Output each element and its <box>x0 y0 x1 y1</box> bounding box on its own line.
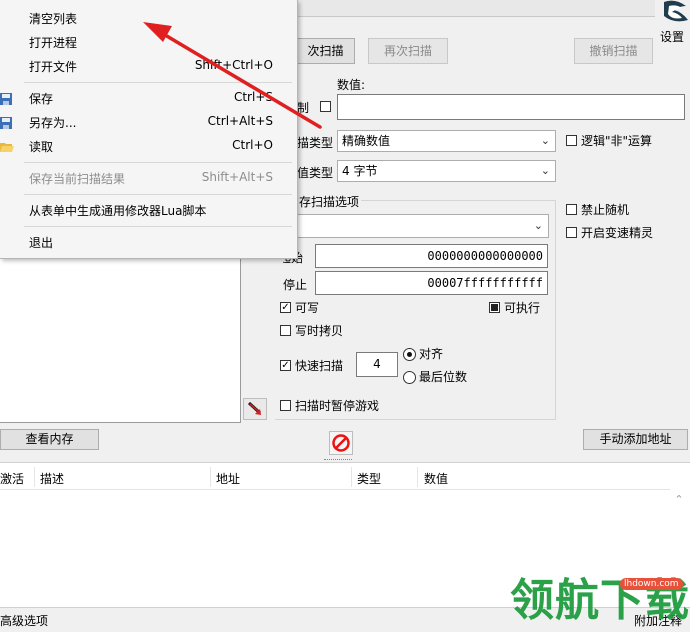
copy-to-list-arrow-icon[interactable] <box>243 398 267 420</box>
hex-label: 制 <box>297 101 310 115</box>
scan-type-label: 描类型 <box>297 136 334 150</box>
menu-item-save-as[interactable]: 另存为... Ctrl+Alt+S <box>0 111 297 133</box>
view-memory-button[interactable]: 查看内存 <box>0 429 99 450</box>
column-header-value[interactable]: 数值 <box>424 470 448 487</box>
menu-item-clear-list[interactable]: 清空列表 <box>0 7 297 29</box>
disable-random-checkbox[interactable] <box>566 204 577 215</box>
menu-item-label: 读取 <box>29 140 54 154</box>
speedhack-checkbox[interactable] <box>566 227 577 238</box>
menu-item-label: 另存为... <box>29 116 77 130</box>
scrollbar-up-icon[interactable]: ⌃ <box>672 493 686 507</box>
menu-separator <box>24 82 292 83</box>
last-digits-label: 最后位数 <box>419 370 468 384</box>
menu-item-shortcut: Ctrl+S <box>233 90 273 104</box>
menu-item-label: 保存当前扫描结果 <box>29 172 126 186</box>
disable-random-label: 禁止随机 <box>581 203 630 217</box>
fast-scan-input[interactable]: 4 <box>356 352 398 377</box>
menu-item-label: 清空列表 <box>29 12 78 26</box>
column-header-description[interactable]: 描述 <box>40 470 64 487</box>
scan-type-value: 精确数值 <box>342 134 391 148</box>
add-address-manually-button[interactable]: 手动添加地址 <box>583 429 688 450</box>
chevron-down-icon: ⌄ <box>533 219 543 232</box>
process-title-bar <box>297 0 655 17</box>
column-divider <box>351 467 352 487</box>
logic-not-label: 逻辑"非"运算 <box>581 134 653 148</box>
last-digits-radio[interactable] <box>403 371 416 384</box>
next-scan-button[interactable]: 再次扫描 <box>368 38 448 64</box>
speedhack-label: 开启变速精灵 <box>581 226 654 240</box>
value-type-select[interactable]: 4 字节 ⌄ <box>337 160 556 182</box>
undo-scan-button[interactable]: 撤销扫描 <box>574 38 653 64</box>
menu-separator <box>24 226 292 227</box>
stop-sign-icon[interactable] <box>329 431 353 455</box>
settings-logo-icon[interactable] <box>660 0 690 24</box>
column-divider <box>417 467 418 487</box>
first-scan-button[interactable]: 次扫描 <box>297 38 355 64</box>
settings-label[interactable]: 设置 <box>660 28 684 45</box>
copy-on-write-checkbox[interactable] <box>280 325 291 336</box>
pause-game-label: 扫描时暂停游戏 <box>295 399 380 413</box>
menu-item-save[interactable]: 保存 Ctrl+S <box>0 87 297 109</box>
hex-checkbox[interactable] <box>320 101 331 112</box>
memory-scan-options-label: 存扫描选项 <box>297 193 362 210</box>
column-header-active[interactable]: 激活 <box>0 470 24 487</box>
memory-region-select[interactable]: l ⌄ <box>278 214 549 238</box>
value-input[interactable] <box>337 94 685 120</box>
column-header-type[interactable]: 类型 <box>357 470 381 487</box>
address-table-header <box>0 463 670 490</box>
pause-game-checkbox[interactable] <box>280 400 291 411</box>
menu-separator <box>24 194 292 195</box>
writable-label: 可写 <box>295 301 320 315</box>
menu-item-label: 保存 <box>29 92 54 106</box>
value-type-label: 值类型 <box>297 166 334 180</box>
writable-checkbox[interactable]: ✓ <box>280 302 291 313</box>
menu-item-shortcut: Ctrl+Alt+S <box>207 114 273 128</box>
executable-checkbox[interactable] <box>489 302 500 313</box>
fast-scan-label: 快速扫描 <box>295 359 344 373</box>
menu-item-label: 从表单中生成通用修改器Lua脚本 <box>29 204 207 218</box>
value-type-value: 4 字节 <box>342 164 378 178</box>
menu-item-load[interactable]: 读取 Ctrl+O <box>0 135 297 157</box>
watermark-site-badge: lhdown.com <box>620 578 683 590</box>
align-radio[interactable] <box>403 348 416 361</box>
menu-item-shortcut: Ctrl+O <box>232 138 273 152</box>
chevron-down-icon: ⌄ <box>540 164 550 177</box>
executable-label: 可执行 <box>504 301 541 315</box>
menu-item-shortcut: Shift+Alt+S <box>201 170 273 184</box>
start-address-input[interactable]: 0000000000000000 <box>315 244 548 268</box>
menu-item-label: 退出 <box>29 236 54 250</box>
stop-address-input[interactable]: 00007fffffffffff <box>315 271 548 295</box>
file-menu: 清空列表 打开进程 打开文件 Shift+Ctrl+O 保存 Ctrl+S 另存… <box>0 0 298 259</box>
menu-separator <box>24 162 292 163</box>
menu-item-open-process[interactable]: 打开进程 <box>0 31 297 53</box>
value-label: 数值: <box>337 78 366 92</box>
align-label: 对齐 <box>419 347 444 361</box>
menu-item-generate-trainer-lua[interactable]: 从表单中生成通用修改器Lua脚本 <box>0 199 297 221</box>
fast-scan-checkbox[interactable]: ✓ <box>280 360 291 371</box>
menu-item-open-file[interactable]: 打开文件 Shift+Ctrl+O <box>0 55 297 77</box>
menu-item-exit[interactable]: 退出 <box>0 231 297 253</box>
column-divider <box>34 467 35 487</box>
menu-item-label: 打开进程 <box>29 36 78 50</box>
advanced-options-label[interactable]: 高级选项 <box>0 612 48 629</box>
column-header-address[interactable]: 地址 <box>216 470 240 487</box>
copy-on-write-label: 写时拷贝 <box>295 324 344 338</box>
logic-not-checkbox[interactable] <box>566 135 577 146</box>
stop-label: 停止 <box>283 278 308 292</box>
menu-item-shortcut: Shift+Ctrl+O <box>194 58 273 72</box>
menu-item-save-scan-results[interactable]: 保存当前扫描结果 Shift+Alt+S <box>0 167 297 189</box>
chevron-down-icon: ⌄ <box>540 134 550 147</box>
scan-type-select[interactable]: 精确数值 ⌄ <box>337 130 556 152</box>
column-divider <box>210 467 211 487</box>
menu-item-label: 打开文件 <box>29 60 78 74</box>
found-addresses-list[interactable] <box>0 258 241 423</box>
